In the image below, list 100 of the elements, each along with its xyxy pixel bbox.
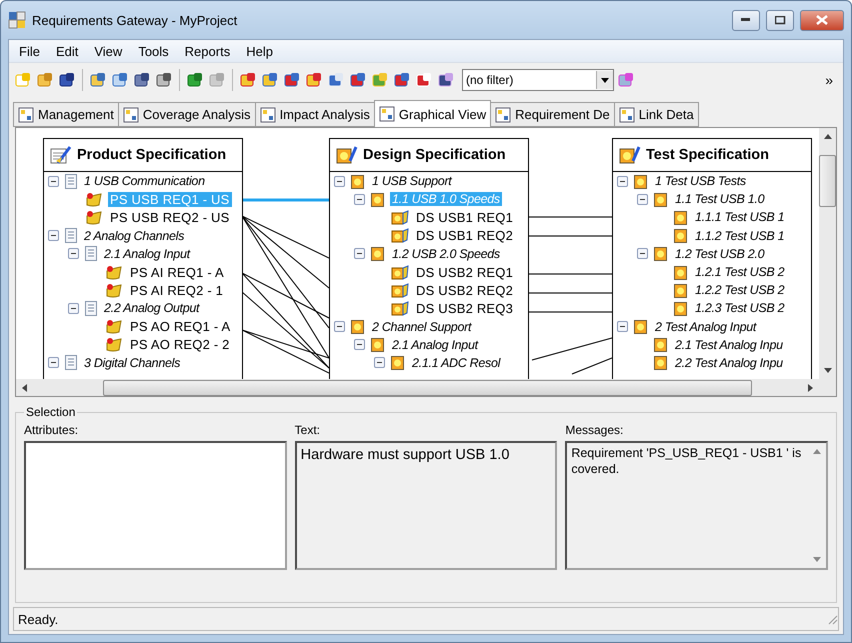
vertical-scrollbar[interactable] <box>819 128 836 379</box>
tree-item[interactable]: 2.2 Test Analog Inpu <box>673 356 785 370</box>
design-block-icon <box>674 210 688 225</box>
minimize-button[interactable] <box>732 10 760 30</box>
design-block-icon <box>654 246 668 262</box>
tree-item[interactable]: 1.1.2 Test USB 1 <box>693 228 786 243</box>
tree-item[interactable]: PS AI REQ1 - A <box>128 264 226 280</box>
design-requirement-icon <box>391 210 409 225</box>
menu-item[interactable]: Reports <box>176 44 238 58</box>
collapse-icon[interactable] <box>617 321 628 332</box>
group-title: Selection <box>25 405 76 419</box>
design-requirement-icon <box>391 300 409 316</box>
collapse-icon[interactable] <box>48 357 59 368</box>
tree-item[interactable]: 1.2 Test USB 2.0 <box>673 246 766 261</box>
menu-item[interactable]: File <box>11 44 48 58</box>
tree-item[interactable]: PS AO REQ1 - A <box>128 319 232 334</box>
design-document-icon <box>336 145 358 165</box>
menu-item[interactable]: Edit <box>48 44 86 58</box>
design-block-icon <box>674 300 688 316</box>
messages-field[interactable]: Requirement 'PS_USB_REQ1 - USB1 ' is covered. <box>565 441 828 570</box>
tree-item[interactable]: 1.1.1 Test USB 1 <box>693 210 786 224</box>
tree-item[interactable]: 2 Analog Channels <box>82 228 186 243</box>
tree-item[interactable]: DS USB1 REQ2 <box>414 228 516 244</box>
menu-item[interactable]: Help <box>238 44 281 58</box>
tab[interactable]: Link Deta <box>614 102 699 127</box>
tree-item[interactable]: 3 Digital Channels <box>82 356 182 370</box>
toolbar-overflow-button[interactable]: » <box>825 72 839 88</box>
tab[interactable]: Management <box>13 102 119 127</box>
tree-item[interactable]: 2 Channel Support <box>370 320 474 334</box>
collapse-icon[interactable] <box>637 248 648 260</box>
tree-item[interactable]: 2 Test Analog Input <box>653 320 758 334</box>
tree-item[interactable]: 1.2.2 Test USB 2 <box>693 283 786 298</box>
collapse-icon[interactable] <box>334 176 345 187</box>
tab-icon <box>260 106 276 122</box>
document-icon <box>65 228 77 244</box>
menu-item[interactable]: Tools <box>130 44 177 58</box>
tree-item[interactable]: DS USB1 REQ1 <box>414 210 516 225</box>
tree-item[interactable]: DS USB2 REQ3 <box>414 300 516 316</box>
collapse-icon[interactable] <box>68 248 79 260</box>
tree-item[interactable]: 1.2.3 Test USB 2 <box>693 301 786 316</box>
collapse-icon[interactable] <box>354 339 365 350</box>
field-label: Attributes: <box>24 423 80 437</box>
tree-item[interactable]: 2.1 Analog Input <box>390 338 480 352</box>
resize-grip-icon[interactable] <box>826 613 838 625</box>
close-button[interactable] <box>800 10 844 30</box>
tab[interactable]: Graphical View <box>374 100 492 127</box>
tree-item[interactable]: 1 USB Communication <box>82 174 207 188</box>
horizontal-scrollbar[interactable] <box>16 379 836 396</box>
specification-node[interactable] <box>43 138 243 379</box>
close-icon <box>816 15 828 25</box>
tree-item[interactable]: 2.1 Test Analog Inpu <box>673 338 785 352</box>
tab-icon <box>18 106 34 122</box>
collapse-icon[interactable] <box>617 176 628 187</box>
collapse-icon[interactable] <box>637 194 648 205</box>
design-block-icon <box>634 174 648 189</box>
maximize-button[interactable] <box>766 10 794 30</box>
tree-item[interactable]: DS USB2 REQ2 <box>414 282 516 298</box>
attributes-field[interactable] <box>24 441 287 570</box>
tree-item[interactable]: 1.1 Test USB 1.0 <box>673 192 766 206</box>
scroll-up-icon <box>824 134 832 139</box>
tab[interactable]: Requirement De <box>490 102 615 127</box>
dropdown-arrow-icon <box>601 78 609 82</box>
tree-item[interactable]: 2.1.1 ADC Resol <box>410 356 502 370</box>
tree-item[interactable]: PS AO REQ2 - 2 <box>128 337 232 352</box>
notepad-icon <box>50 145 72 165</box>
scroll-thumb[interactable] <box>819 155 836 207</box>
menu-item[interactable]: View <box>86 44 130 58</box>
collapse-icon[interactable] <box>334 321 345 332</box>
design-block-icon <box>654 355 668 370</box>
collapse-icon[interactable] <box>68 302 79 314</box>
specification-node[interactable] <box>612 138 812 379</box>
tab[interactable]: Impact Analysis <box>254 102 375 127</box>
tree-item[interactable]: 2.1 Analog Input <box>102 246 192 261</box>
scroll-down-icon <box>824 368 832 373</box>
specification-node[interactable]: Design Specification 1 USB Support 1.1 USB 1.0 Speeds DS USB1 REQ1 DS USB1 REQ2 1.2 USB 2.0 Speeds DS USB2 REQ1 DS USB2 REQ2 DS USB2 REQ3 2 Channel Support 2.1 Analog Input 2.1.1 ADC Resol <box>329 138 529 379</box>
design-block-icon <box>371 337 385 352</box>
tree-item[interactable]: 1.2 USB 2.0 Speeds <box>390 246 502 261</box>
tree-item[interactable]: 1 USB Support <box>370 174 454 188</box>
text-field[interactable]: Hardware must support USB 1.0 <box>294 441 558 570</box>
collapse-icon[interactable] <box>354 194 365 205</box>
scroll-up-icon <box>813 449 822 454</box>
tree-item[interactable]: PS USB REQ2 - US <box>108 210 232 225</box>
collapse-icon[interactable] <box>354 248 365 260</box>
specification-title: Product Specification <box>77 147 226 163</box>
tree-item[interactable]: 2.2 Analog Output <box>102 301 202 316</box>
tab[interactable]: Coverage Analysis <box>118 102 256 127</box>
scroll-thumb[interactable] <box>103 380 752 396</box>
tree-item[interactable]: 1.2.1 Test USB 2 <box>693 265 786 280</box>
app-icon <box>8 11 26 29</box>
design-block-icon <box>674 228 688 244</box>
design-block-icon <box>351 319 365 334</box>
tree-item[interactable]: 1 Test USB Tests <box>653 174 748 188</box>
collapse-icon[interactable] <box>374 357 385 368</box>
tree-item[interactable]: DS USB2 REQ1 <box>414 264 516 280</box>
tree-item[interactable]: PS AI REQ2 - 1 <box>128 282 226 298</box>
tab-icon <box>618 106 635 122</box>
design-block-icon <box>654 337 668 352</box>
collapse-icon[interactable] <box>48 230 59 242</box>
collapse-icon[interactable] <box>48 176 59 187</box>
filter-dropdown[interactable]: (no filter) <box>462 69 614 91</box>
